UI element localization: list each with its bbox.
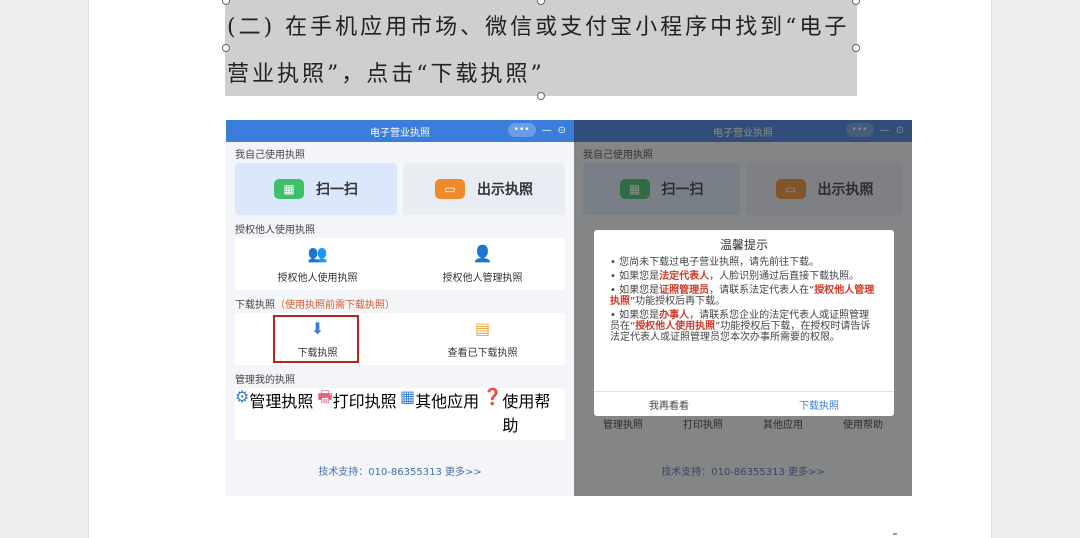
- authorize-use-button[interactable]: 👥 授权他人使用执照: [235, 238, 400, 290]
- selection-handle-mid-right[interactable]: [852, 44, 860, 52]
- section-self-use: 我自己使用执照: [235, 150, 305, 161]
- app-titlebar: 电子营业执照 ••• — ⊙: [226, 120, 574, 142]
- dialog-text: ”功能授权后再下载。: [630, 296, 726, 307]
- app-title: 电子营业执照: [370, 127, 430, 139]
- selected-paragraph[interactable]: (二) 在手机应用市场、微信或支付宝小程序中找到“电子 营业执照”，点击“下载执…: [227, 4, 859, 98]
- manage-item-label: 使用帮助: [502, 392, 551, 435]
- app-dialog-screen: 电子营业执照 ••• — ⊙ 我自己使用执照 ▦ 扫一扫 ▭ 出示执照 管理执照…: [574, 120, 912, 496]
- authorize-manage-label: 授权他人管理执照: [442, 272, 523, 284]
- help-button[interactable]: ❓ 使用帮助: [482, 387, 565, 440]
- section-download: 下载执照（使用执照前需下载执照）: [226, 290, 574, 311]
- scan-icon: ▦: [274, 179, 304, 199]
- paragraph-line-2: 营业执照”，点击“下载执照”: [227, 62, 545, 87]
- section-download-label: 下载执照: [235, 300, 275, 311]
- manage-item-label: 其他应用: [415, 392, 480, 411]
- dialog-line-1: • 您尚未下载过电子营业执照，请先前往下载。: [610, 257, 820, 268]
- question-icon: ❓: [482, 387, 503, 406]
- print-license-button[interactable]: 🖶 打印执照: [317, 387, 400, 440]
- later-button[interactable]: 我再看看: [594, 392, 744, 416]
- selection-handle-bottom-mid[interactable]: [537, 92, 545, 100]
- close-icon[interactable]: ⊙: [558, 125, 566, 136]
- printer-icon: 🖶: [317, 387, 333, 406]
- legal-rep-highlight: 法定代表人: [659, 271, 710, 282]
- gears-icon: ⚙: [235, 387, 250, 406]
- selection-handle-mid-left[interactable]: [222, 44, 230, 52]
- manage-item-label: 管理执照: [249, 392, 314, 411]
- dialog-title: 温馨提示: [719, 238, 768, 252]
- dialog-text: ，请联系法定代表人在“: [709, 285, 815, 296]
- manage-license-button[interactable]: ⚙ 管理执照: [235, 388, 318, 440]
- page-marker: [893, 533, 897, 535]
- authorize-use-highlight: 授权他人使用执照: [635, 321, 716, 332]
- scan-label: 扫一扫: [316, 182, 358, 198]
- grid-icon: ▦: [400, 387, 416, 406]
- dialog-body: • 您尚未下载过电子营业执照，请先前往下载。 • 如果您是法定代表人，人脸识别通…: [594, 253, 894, 343]
- dialog-line-3: • 如果您是证照管理员，请联系法定代表人在“授权他人管理执照”功能授权后再下载。: [610, 285, 876, 307]
- more-icon[interactable]: •••: [507, 123, 536, 137]
- users-icon: 👥: [307, 243, 328, 263]
- authorize-use-label: 授权他人使用执照: [277, 272, 358, 284]
- show-license-label: 出示执照: [477, 182, 533, 198]
- authorize-manage-button[interactable]: 👤 授权他人管理执照: [400, 238, 565, 290]
- dialog-line-2: • 如果您是法定代表人，人脸识别通过后直接下载执照。: [610, 271, 876, 282]
- dialog-text: • 如果您是: [610, 271, 660, 282]
- support-line: 技术支持：010-86355313 更多>>: [318, 467, 482, 478]
- dialog-text: • 如果您是: [610, 285, 660, 296]
- user-gear-icon: 👤: [472, 243, 493, 263]
- dialog-footer: 我再看看 下载执照: [594, 391, 894, 416]
- show-license-button[interactable]: ▭ 出示执照: [403, 163, 565, 215]
- view-downloaded-button[interactable]: ▤ 查看已下载执照: [400, 313, 565, 365]
- app-main-screen: 电子营业执照 ••• — ⊙ 我自己使用执照 ▦ 扫一扫 ▭ 出示执照 授权他人…: [226, 120, 574, 496]
- download-note: （使用执照前需下载执照）: [275, 300, 395, 311]
- agent-highlight: 办事人: [659, 310, 690, 321]
- id-card-icon: ▭: [435, 179, 465, 199]
- embedded-screenshot[interactable]: 电子营业执照 ••• — ⊙ 我自己使用执照 ▦ 扫一扫 ▭ 出示执照 授权他人…: [226, 120, 912, 496]
- other-apps-button[interactable]: ▦ 其他应用: [400, 388, 483, 440]
- highlight-box: [273, 315, 359, 363]
- dialog-line-4: • 如果您是办事人，请联系您企业的法定代表人或证照管理员在“授权他人使用执照”功…: [610, 310, 876, 343]
- view-downloaded-label: 查看已下载执照: [447, 347, 518, 359]
- scan-button[interactable]: ▦ 扫一扫: [235, 163, 397, 215]
- paragraph-line-1: (二) 在手机应用市场、微信或支付宝小程序中找到“电子: [227, 15, 850, 40]
- manage-item-label: 打印执照: [332, 392, 397, 411]
- download-button[interactable]: 下载执照: [744, 392, 894, 416]
- warm-tip-dialog: 温馨提示 • 您尚未下载过电子营业执照，请先前往下载。 • 如果您是法定代表人，…: [594, 230, 894, 416]
- section-authorize: 授权他人使用执照: [235, 225, 315, 236]
- section-manage: 管理我的执照: [235, 375, 295, 386]
- document-icon: ▤: [474, 318, 491, 338]
- dialog-text: ，人脸识别通过后直接下载执照。: [709, 271, 860, 282]
- minimize-icon[interactable]: —: [542, 125, 552, 136]
- dialog-text: • 如果您是: [610, 310, 660, 321]
- admin-highlight: 证照管理员: [659, 285, 710, 296]
